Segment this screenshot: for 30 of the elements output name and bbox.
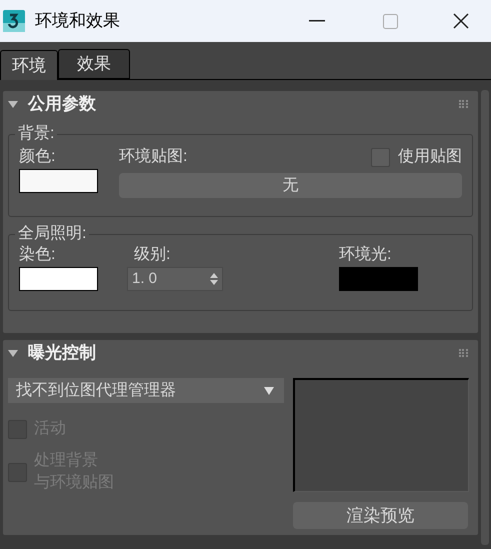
render-preview-button[interactable]: 渲染预览: [293, 502, 468, 529]
field-label: 染色:: [19, 244, 56, 265]
field-label: 环境光:: [339, 244, 392, 265]
drag-handle-icon[interactable]: [459, 348, 468, 358]
rollout-title[interactable]: 公用参数: [28, 91, 96, 117]
map-button[interactable]: 无: [119, 173, 462, 198]
tab[interactable]: 环境: [0, 50, 58, 80]
field-label: 颜色:: [19, 146, 56, 167]
minimize-icon[interactable]: [309, 20, 325, 22]
group-label: 全局照明:: [17, 225, 88, 243]
collapse-triangle-icon[interactable]: [8, 348, 18, 358]
window-title: 环境和效果: [35, 10, 120, 32]
close-icon[interactable]: [453, 13, 469, 29]
color-swatch[interactable]: [339, 267, 418, 291]
checkbox[interactable]: [371, 148, 390, 166]
group-label: 背景:: [17, 125, 56, 143]
field-label: 级别:: [133, 245, 172, 265]
rollout-title[interactable]: 曝光控制: [28, 340, 96, 366]
field-label: 环境贴图:: [119, 146, 188, 167]
tab[interactable]: 效果: [58, 49, 130, 79]
collapse-triangle-icon[interactable]: [8, 99, 18, 109]
color-swatch[interactable]: [19, 169, 98, 193]
dropdown-arrow-icon[interactable]: [264, 386, 274, 394]
checkbox-label: 使用贴图: [398, 147, 462, 167]
drag-handle-icon[interactable]: [459, 100, 468, 108]
dropdown[interactable]: 找不到位图代理管理器: [8, 378, 284, 403]
level-spinner[interactable]: 1. 0: [127, 267, 223, 291]
color-swatch[interactable]: [19, 267, 98, 291]
app-logo-icon: [3, 10, 25, 32]
spinner-arrows-icon[interactable]: [210, 272, 218, 286]
